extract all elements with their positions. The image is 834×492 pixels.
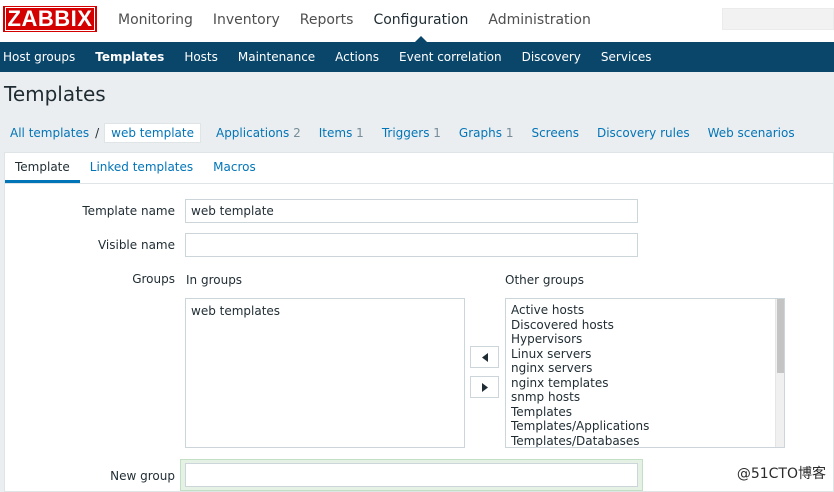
subnav-hosts[interactable]: Hosts bbox=[174, 42, 228, 72]
subnav-event-correlation[interactable]: Event correlation bbox=[389, 42, 512, 72]
breadcrumb-graphs[interactable]: Graphs 1 bbox=[450, 126, 523, 140]
list-item[interactable]: nginx templates bbox=[506, 376, 784, 391]
subnav-discovery[interactable]: Discovery bbox=[512, 42, 591, 72]
breadcrumb-current-template[interactable]: web template bbox=[104, 123, 201, 143]
list-item[interactable]: snmp hosts bbox=[506, 390, 784, 405]
nav-inventory[interactable]: Inventory bbox=[203, 0, 290, 42]
top-header: ZABBIX Monitoring Inventory Reports Conf… bbox=[0, 0, 834, 42]
page-title: Templates bbox=[4, 82, 106, 106]
sub-nav: Host groups Templates Hosts Maintenance … bbox=[0, 42, 834, 72]
tab-macros[interactable]: Macros bbox=[203, 153, 266, 183]
scrollbar-thumb[interactable] bbox=[777, 299, 784, 373]
breadcrumb-applications[interactable]: Applications 2 bbox=[207, 126, 310, 140]
main-nav: Monitoring Inventory Reports Configurati… bbox=[108, 0, 601, 42]
search-input[interactable] bbox=[722, 8, 834, 30]
list-item[interactable]: web templates bbox=[186, 304, 464, 319]
nav-reports[interactable]: Reports bbox=[290, 0, 364, 42]
nav-configuration[interactable]: Configuration bbox=[363, 0, 478, 42]
subnav-host-groups[interactable]: Host groups bbox=[0, 42, 85, 72]
breadcrumb-screens[interactable]: Screens bbox=[522, 126, 588, 140]
list-item[interactable]: Templates/Applications bbox=[506, 419, 784, 434]
breadcrumb-items[interactable]: Items 1 bbox=[310, 126, 373, 140]
breadcrumb-triggers[interactable]: Triggers 1 bbox=[373, 126, 450, 140]
listbox-scrollbar[interactable] bbox=[775, 299, 784, 447]
subnav-maintenance[interactable]: Maintenance bbox=[228, 42, 325, 72]
tab-linked-templates[interactable]: Linked templates bbox=[80, 153, 203, 183]
template-form-panel: Template Linked templates Macros Templat… bbox=[4, 152, 834, 492]
subnav-templates[interactable]: Templates bbox=[85, 42, 174, 72]
new-group-field[interactable] bbox=[185, 463, 638, 487]
other-groups-label: Other groups bbox=[505, 273, 584, 287]
breadcrumb-all-templates[interactable]: All templates bbox=[0, 126, 93, 140]
tab-template[interactable]: Template bbox=[5, 153, 80, 183]
list-item[interactable]: Linux servers bbox=[506, 347, 784, 362]
breadcrumb-discovery-rules[interactable]: Discovery rules bbox=[588, 126, 699, 140]
zabbix-logo[interactable]: ZABBIX bbox=[3, 6, 97, 32]
nav-monitoring[interactable]: Monitoring bbox=[108, 0, 203, 42]
list-item[interactable]: Active hosts bbox=[506, 303, 784, 318]
list-item[interactable]: Templates bbox=[506, 405, 784, 420]
breadcrumb-separator: / bbox=[95, 126, 100, 140]
breadcrumb-web-scenarios[interactable]: Web scenarios bbox=[699, 126, 804, 140]
list-item[interactable]: Templates/Databases bbox=[506, 434, 784, 448]
move-left-button[interactable] bbox=[470, 346, 499, 368]
watermark-text: @51CTO博客 bbox=[736, 466, 826, 482]
breadcrumb: All templates / web template Application… bbox=[0, 122, 804, 144]
groups-label: Groups bbox=[132, 272, 175, 286]
visible-name-label: Visible name bbox=[97, 238, 175, 252]
tab-bar: Template Linked templates Macros bbox=[5, 153, 833, 184]
other-groups-listbox[interactable]: Active hosts Discovered hosts Hypervisor… bbox=[505, 298, 785, 448]
arrow-right-icon bbox=[481, 382, 488, 392]
subnav-services[interactable]: Services bbox=[591, 42, 662, 72]
visible-name-field[interactable] bbox=[185, 233, 638, 257]
nav-administration[interactable]: Administration bbox=[478, 0, 600, 42]
template-name-field[interactable]: web template bbox=[185, 199, 638, 223]
new-group-label: New group bbox=[110, 469, 175, 483]
subnav-actions[interactable]: Actions bbox=[325, 42, 389, 72]
list-item[interactable]: Discovered hosts bbox=[506, 318, 784, 333]
template-name-label: Template name bbox=[82, 204, 175, 218]
arrow-left-icon bbox=[481, 352, 488, 362]
in-groups-label: In groups bbox=[186, 273, 243, 287]
list-item[interactable]: nginx servers bbox=[506, 361, 784, 376]
move-right-button[interactable] bbox=[470, 376, 499, 398]
list-item[interactable]: Hypervisors bbox=[506, 332, 784, 347]
in-groups-listbox[interactable]: web templates bbox=[185, 298, 465, 448]
